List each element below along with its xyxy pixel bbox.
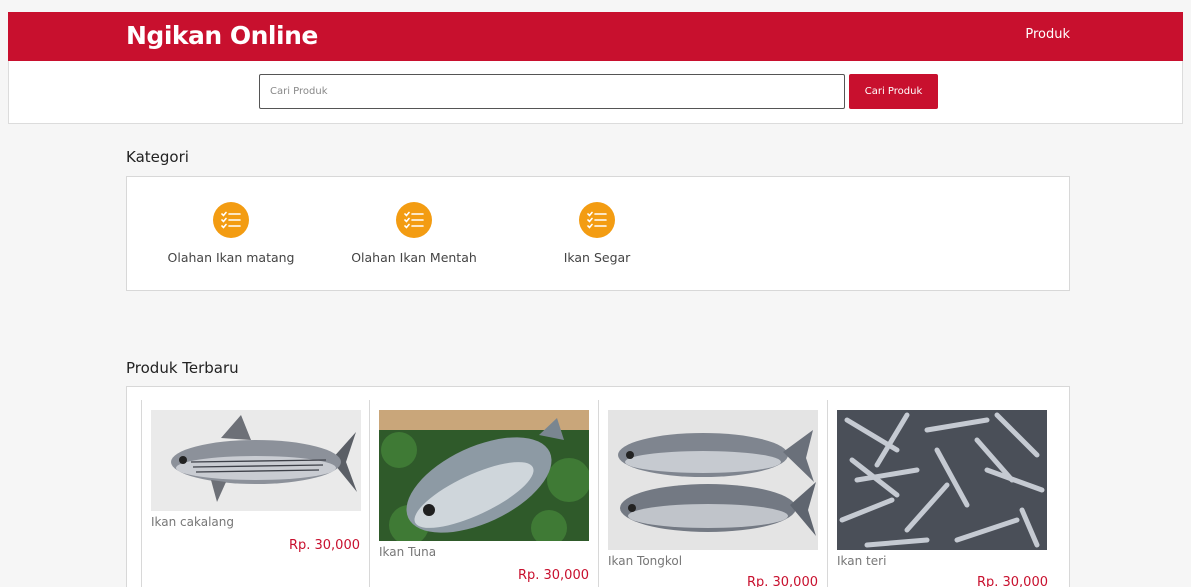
product-card-ikan-tuna[interactable]: Ikan Tuna Rp. 30,000 — [370, 400, 599, 587]
product-name: Ikan Tongkol — [608, 554, 683, 568]
product-name: Ikan teri — [837, 554, 887, 568]
checklist-icon — [579, 202, 615, 238]
category-olahan-ikan-matang[interactable]: Olahan Ikan matang — [151, 202, 311, 265]
product-price: Rp. 30,000 — [746, 575, 818, 587]
category-ikan-segar[interactable]: Ikan Segar — [517, 202, 677, 265]
nav-link-produk[interactable]: Produk — [1025, 27, 1070, 42]
produk-panel: Ikan cakalang Rp. 30,000 Ikan Tuna Rp. 3… — [126, 386, 1070, 587]
product-card-ikan-cakalang[interactable]: Ikan cakalang Rp. 30,000 — [141, 400, 370, 587]
search-button[interactable]: Cari Produk — [849, 74, 938, 109]
checklist-icon — [213, 202, 249, 238]
product-name: Ikan Tuna — [379, 545, 437, 559]
search-input[interactable] — [259, 74, 845, 109]
category-label: Ikan Segar — [563, 250, 631, 265]
product-price: Rp. 30,000 — [517, 568, 589, 583]
checklist-icon — [396, 202, 432, 238]
kategori-panel: Olahan Ikan matang Olahan Ikan Mentah Ik… — [126, 176, 1070, 291]
product-name: Ikan cakalang — [151, 515, 235, 529]
product-image — [608, 410, 818, 550]
product-image — [379, 410, 589, 541]
product-image — [837, 410, 1047, 550]
top-navbar: Ngikan Online Produk — [8, 12, 1183, 61]
product-image — [151, 410, 361, 511]
category-label: Olahan Ikan Mentah — [351, 250, 477, 265]
product-card-ikan-tongkol[interactable]: Ikan Tongkol Rp. 30,000 — [599, 400, 828, 587]
product-price: Rp. 30,000 — [976, 575, 1048, 587]
product-price: Rp. 30,000 — [288, 538, 360, 553]
produk-terbaru-heading: Produk Terbaru — [126, 359, 239, 377]
product-card-ikan-teri[interactable]: Ikan teri Rp. 30,000 — [828, 400, 1057, 587]
kategori-heading: Kategori — [126, 148, 189, 166]
brand-logo-text[interactable]: Ngikan Online — [126, 21, 318, 50]
category-olahan-ikan-mentah[interactable]: Olahan Ikan Mentah — [334, 202, 494, 265]
search-bar: Cari Produk — [8, 61, 1183, 124]
category-label: Olahan Ikan matang — [167, 250, 295, 265]
